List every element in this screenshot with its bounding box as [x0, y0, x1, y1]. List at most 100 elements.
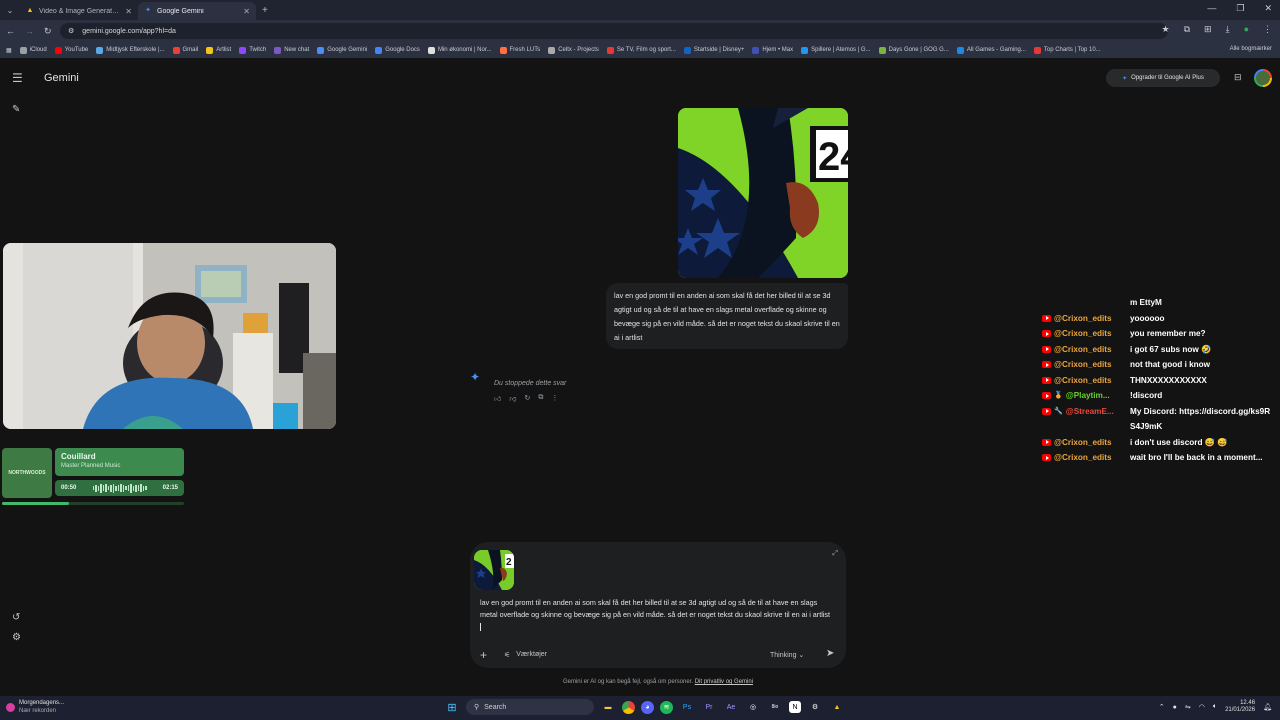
send-icon[interactable]: ➤: [826, 648, 834, 659]
bookmark-item[interactable]: iCloud: [19, 46, 47, 54]
chrome-icon[interactable]: [622, 700, 635, 714]
bookmark-item[interactable]: Twitch: [239, 46, 266, 54]
bookmark-item[interactable]: Google Docs: [375, 46, 420, 54]
taskbar-search[interactable]: ⚲ Search: [466, 699, 594, 715]
copy-icon[interactable]: ⧉: [538, 394, 543, 403]
close-tab-icon[interactable]: ✕: [125, 7, 132, 16]
maximize-icon[interactable]: ❐: [1236, 3, 1244, 14]
network-icon[interactable]: ⇋: [1185, 703, 1191, 711]
regenerate-icon[interactable]: ↻: [524, 394, 530, 403]
close-window-icon[interactable]: ✕: [1264, 3, 1272, 14]
avatar[interactable]: [1254, 69, 1272, 87]
volume-icon[interactable]: 🔈︎: [1213, 703, 1217, 711]
all-bookmarks-button[interactable]: Alle bogmærker: [1230, 46, 1272, 52]
window-controls: — ❐ ✕: [1207, 3, 1272, 14]
translate-icon[interactable]: ⊞: [1204, 24, 1212, 35]
forward-icon[interactable]: →: [25, 26, 34, 36]
close-tab-icon[interactable]: ✕: [243, 7, 250, 16]
photoshop-icon[interactable]: Ps: [679, 699, 695, 715]
tab-video-generation[interactable]: ▲ Video & Image Generation – AI ✕: [20, 2, 138, 20]
privacy-link[interactable]: Dit privatliv og Gemini: [695, 679, 753, 685]
prompt-input[interactable]: lav en god promt til en anden ai som ska…: [480, 597, 830, 633]
settings-icon[interactable]: ⚙: [12, 632, 21, 643]
expand-icon[interactable]: ⤢: [832, 550, 838, 558]
bookmark-item[interactable]: All Games - Gaming...: [956, 46, 1026, 54]
response-status: Du stoppede dette svar: [494, 380, 567, 387]
weather-widget[interactable]: Morgendagens... Nær rekorden: [6, 699, 64, 715]
more-options-icon[interactable]: ⋮: [551, 394, 558, 403]
minimize-icon[interactable]: —: [1207, 3, 1216, 14]
bookmark-favicon-icon: [878, 46, 886, 54]
chat-author: @Crixon_edits: [1042, 373, 1112, 389]
main-menu-icon[interactable]: ☰: [12, 71, 23, 85]
bookmark-item[interactable]: Hjem • Max: [752, 46, 793, 54]
chat-message: @Crixon_edits you remember me?: [1042, 326, 1272, 342]
thumbs-down-icon[interactable]: 👎︎: [509, 394, 516, 403]
notifications-icon[interactable]: 🔔︎: [1263, 703, 1272, 711]
thumbs-up-icon[interactable]: 👍︎: [494, 394, 501, 403]
apps-icon[interactable]: ▦: [6, 47, 12, 54]
chat-message: @Crixon_edits wait bro I'll be back in a …: [1042, 450, 1272, 466]
bookmark-star-icon[interactable]: ★: [1162, 24, 1170, 35]
bookmark-item[interactable]: Startside | Disney+: [683, 46, 744, 54]
spotify-icon[interactable]: ≋: [660, 700, 673, 714]
bookmark-item[interactable]: Celtx - Projects: [548, 46, 599, 54]
bookmark-favicon-icon: [96, 46, 104, 54]
tab-search-icon[interactable]: ⌄: [0, 0, 20, 20]
chat-message: @Crixon_edits i don't use discord 😅 😅: [1042, 435, 1272, 451]
file-explorer-icon[interactable]: ▬: [600, 699, 616, 715]
bookmark-item[interactable]: Gmail: [172, 46, 198, 54]
tab-google-gemini[interactable]: ✦ Google Gemini ✕: [138, 2, 256, 20]
weather-title: Morgendagens...: [19, 700, 65, 706]
bookmark-item[interactable]: YouTube: [54, 46, 88, 54]
track-duration: 02:15: [162, 485, 178, 491]
bookmark-item[interactable]: Top Charts | Top 10...: [1033, 46, 1101, 54]
tray-expand-icon[interactable]: ⌃: [1159, 703, 1165, 711]
bookmark-item[interactable]: Google Gemini: [317, 46, 367, 54]
reload-icon[interactable]: ↻: [44, 26, 52, 37]
obs-icon[interactable]: ◎: [745, 699, 761, 715]
add-attachment-icon[interactable]: +: [480, 648, 487, 662]
bookmark-item[interactable]: Midtjysk Efterskole |...: [96, 46, 165, 54]
bookmark-item[interactable]: Se TV, Film og sport...: [606, 46, 676, 54]
attached-image-thumbnail[interactable]: 2: [474, 550, 514, 590]
url-field[interactable]: ⚙ gemini.google.com/app?hl=da: [60, 23, 1168, 39]
wifi-icon[interactable]: ◠: [1199, 703, 1205, 711]
extensions-icon[interactable]: ⧉: [1184, 24, 1190, 35]
search-icon: ⚲: [474, 704, 480, 711]
menu-dots-icon[interactable]: ⋮: [1263, 24, 1272, 35]
profile-icon[interactable]: ●: [1244, 24, 1249, 35]
premiere-icon[interactable]: Pr: [701, 699, 717, 715]
system-tray: ⌃ ● ⇋ ◠ 🔈︎ 12.46 21/01/2026 🔔︎: [1159, 700, 1272, 714]
bookmark-item[interactable]: New chat: [274, 46, 309, 54]
notion-icon[interactable]: N: [789, 701, 801, 713]
bookmark-label: Celtx - Projects: [558, 47, 599, 53]
upgrade-button[interactable]: ✦ Opgrader til Google AI Plus: [1106, 69, 1220, 87]
bookmark-item[interactable]: Artlist: [206, 46, 231, 54]
download-icon[interactable]: ⤓: [1226, 24, 1230, 35]
waveform-bar: [135, 484, 137, 492]
new-chat-icon[interactable]: ✎: [12, 104, 20, 115]
bookmark-item[interactable]: Days Gone | GOG G...: [878, 46, 949, 54]
history-icon[interactable]: ↺: [12, 612, 20, 623]
chat-username: @Playtim...: [1065, 391, 1110, 400]
start-icon[interactable]: ⊞: [444, 699, 460, 715]
discord-icon[interactable]: ◕: [641, 700, 654, 714]
artlist-icon[interactable]: ▲: [829, 699, 845, 715]
after-effects-icon[interactable]: Ae: [723, 699, 739, 715]
uploaded-image[interactable]: 24: [678, 108, 848, 278]
bookmark-label: Fresh LUTs: [509, 47, 541, 53]
clock[interactable]: 12.46 21/01/2026: [1225, 700, 1255, 714]
back-icon[interactable]: ←: [6, 26, 15, 36]
model-selector[interactable]: Thinking ⌄: [770, 651, 804, 659]
site-info-icon[interactable]: ⚙: [68, 27, 74, 35]
bookmark-item[interactable]: Fresh LUTs: [499, 46, 541, 54]
bookmark-item[interactable]: Min økonomi | Nor...: [427, 46, 492, 54]
tools-button[interactable]: ⚟ Værktøjer: [504, 651, 547, 659]
steam-icon[interactable]: ⚙: [807, 699, 823, 715]
bookmark-item[interactable]: Spillere | Atemos | G...: [801, 46, 871, 54]
new-tab-icon[interactable]: +: [262, 5, 268, 16]
app-icon[interactable]: 8io: [767, 699, 783, 715]
tray-app-icon[interactable]: ●: [1173, 704, 1177, 711]
gift-icon[interactable]: ⊟: [1234, 72, 1242, 83]
